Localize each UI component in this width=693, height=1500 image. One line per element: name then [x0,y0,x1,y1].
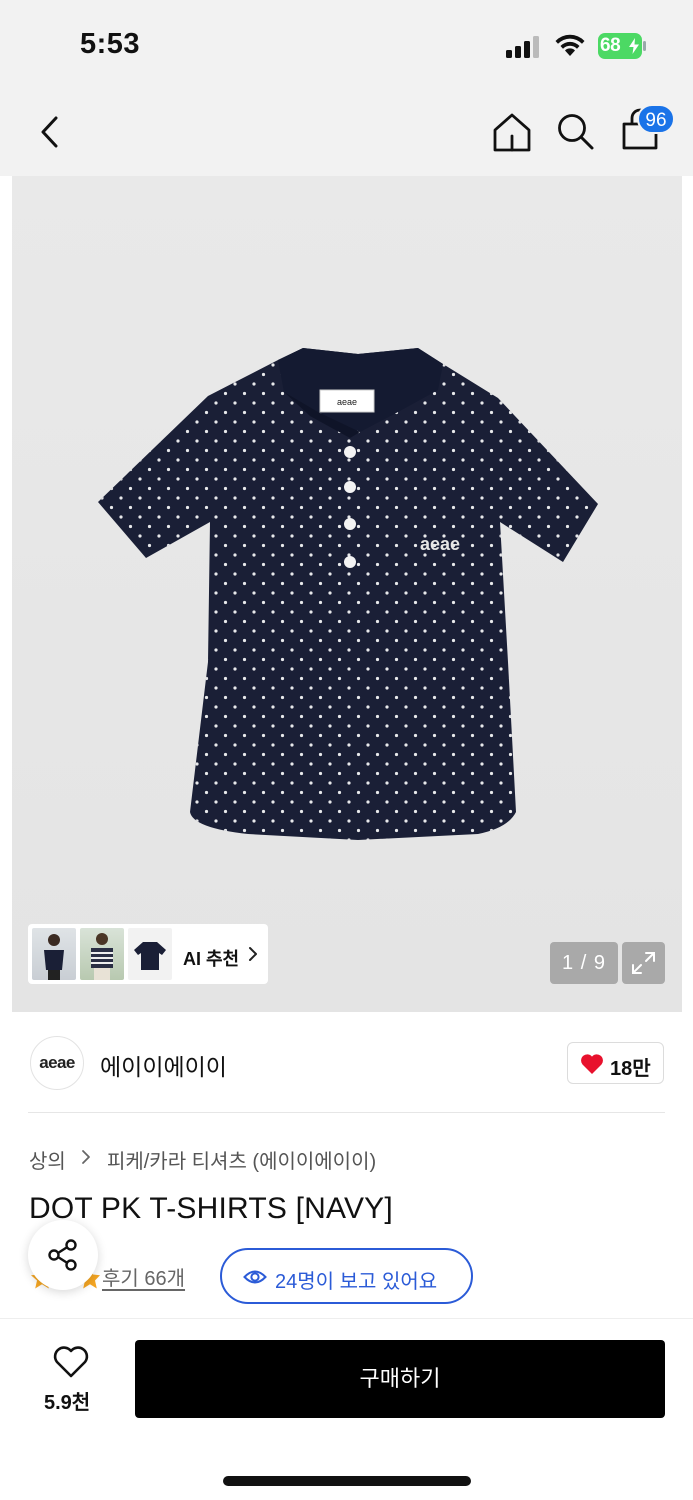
buy-button[interactable]: 구매하기 [135,1340,665,1418]
expand-icon [632,952,655,974]
product-image-gallery[interactable]: aeae aeae AI 추천 1 / 9 [12,176,682,1012]
product-title: DOT PK T-SHIRTS [NAVY] [29,1192,393,1225]
heart-filled-icon [581,1054,603,1074]
expand-image-button[interactable] [622,942,665,984]
share-icon [48,1239,77,1271]
battery-icon: 68 [598,33,646,59]
chevron-right-icon [249,947,257,961]
cart-count-badge: 96 [637,104,675,134]
ai-thumb-1 [32,928,76,980]
breadcrumb-subcategory[interactable]: 피케/카라 티셔츠 (에이이에이이) [107,1145,376,1174]
image-page-indicator: 1 / 9 [550,942,618,984]
breadcrumb: 상의 피케/카라 티셔츠 (에이이에이이) [29,1145,376,1174]
top-navigation-bar [0,90,693,176]
ai-recommend-card[interactable]: AI 추천 [28,924,268,984]
status-bar: 5:53 68 [0,0,693,90]
breadcrumb-category[interactable]: 상의 [29,1145,66,1174]
heart-outline-icon[interactable] [52,1345,90,1379]
back-arrow-icon[interactable] [34,112,68,152]
search-icon[interactable] [554,110,598,154]
chevron-right-icon [81,1149,91,1170]
divider [28,1112,665,1113]
viewers-text: 24명이 보고 있어요 [275,1271,438,1293]
brand-name[interactable]: 에이이에이이 [100,1048,227,1082]
battery-level: 68 [600,35,621,56]
ai-recommend-label: AI 추천 [183,949,240,969]
brand-logo[interactable]: aeae [30,1036,84,1090]
home-indicator [223,1476,471,1486]
home-icon[interactable] [490,110,534,154]
share-button[interactable] [28,1220,98,1290]
ai-thumb-3 [128,928,172,980]
wifi-icon [555,34,585,56]
shirt-body: aeae aeae [98,348,598,840]
ai-thumb-2 [80,928,124,980]
shirt-neck-tag: aeae [337,397,357,407]
brand-like-button[interactable]: 18만 [567,1042,664,1084]
cellular-signal-icon [506,36,542,58]
brand-emblem: aeae [420,534,460,554]
viewers-badge: 24명이 보고 있어요 [220,1248,473,1304]
product-image: aeae aeae [98,348,598,840]
status-time: 5:53 [80,28,141,60]
review-count-link[interactable]: 후기 66개 [102,1262,185,1291]
wishlist-count: 5.9천 [44,1392,91,1414]
eye-icon [243,1270,267,1284]
brand-like-count: 18만 [610,1058,651,1080]
